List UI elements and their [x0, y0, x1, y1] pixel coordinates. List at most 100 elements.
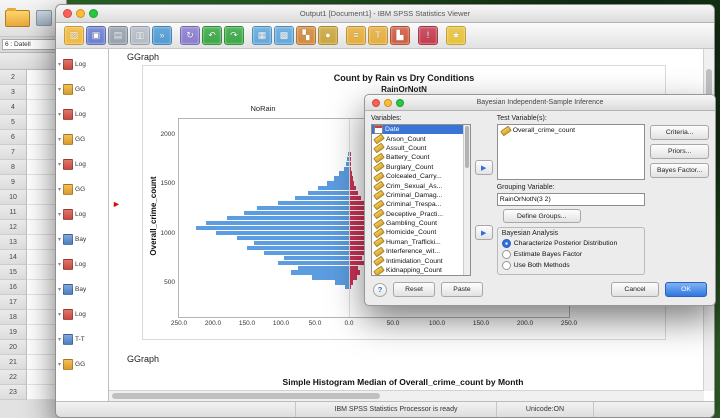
- save-button[interactable]: ▣: [86, 25, 106, 45]
- horizontal-scrollbar[interactable]: [109, 390, 704, 402]
- cancel-button[interactable]: Cancel: [611, 282, 659, 297]
- row-header[interactable]: 21: [0, 355, 27, 370]
- outline-item-log[interactable]: ▾ Log: [56, 102, 108, 127]
- recall-dialogs-button[interactable]: ↻: [180, 25, 200, 45]
- open-folder-icon[interactable]: [5, 7, 30, 27]
- disclosure-triangle-icon[interactable]: ▾: [58, 186, 61, 193]
- row-header[interactable]: 6: [0, 130, 27, 145]
- outline-item-log[interactable]: ▾ Log: [56, 302, 108, 327]
- row-header[interactable]: 22: [0, 370, 27, 385]
- radio-option[interactable]: Use Both Methods: [501, 260, 641, 271]
- outline-item-bay[interactable]: ▾ Bay: [56, 227, 108, 252]
- row-header[interactable]: 14: [0, 250, 27, 265]
- viewer-titlebar[interactable]: Output1 [Document1] - IBM SPSS Statistic…: [56, 5, 714, 23]
- outline-item-log[interactable]: ▾ Log: [56, 52, 108, 77]
- disclosure-triangle-icon[interactable]: ▾: [58, 261, 61, 268]
- ggraph-heading-2[interactable]: GGraph: [127, 354, 159, 364]
- help-button[interactable]: ?: [373, 282, 387, 297]
- dialog-zoom-button[interactable]: [396, 98, 404, 107]
- variables-scrollbar[interactable]: [462, 125, 470, 275]
- data-editor-toolbar-icon[interactable]: [36, 10, 52, 26]
- variable-item[interactable]: Arson_Count: [372, 133, 463, 145]
- goto-case-button[interactable]: ▩: [274, 25, 294, 45]
- insert-chart-button[interactable]: ▙: [390, 25, 410, 45]
- radio-option[interactable]: Characterize Posterior Distribution: [501, 238, 641, 249]
- variable-item[interactable]: Gambling_Count: [372, 218, 463, 229]
- find-button[interactable]: ●: [318, 25, 338, 45]
- row-header[interactable]: 3: [0, 85, 27, 100]
- variable-item[interactable]: Crim_Sexual_As...: [372, 180, 463, 192]
- disclosure-triangle-icon[interactable]: ▾: [58, 211, 61, 218]
- radio-option[interactable]: Estimate Bayes Factor: [501, 249, 641, 260]
- row-header[interactable]: 11: [0, 205, 27, 220]
- close-button[interactable]: [63, 8, 72, 18]
- variable-item[interactable]: Homicide_Count: [372, 227, 463, 239]
- designate-window-button[interactable]: ★: [446, 25, 466, 45]
- row-header[interactable]: 4: [0, 100, 27, 115]
- bayes-factor-button[interactable]: Bayes Factor...: [650, 163, 709, 178]
- variable-item[interactable]: Criminal_Trespa...: [372, 199, 463, 211]
- disclosure-triangle-icon[interactable]: ▾: [58, 286, 61, 293]
- variable-item[interactable]: Burglary_Count: [372, 161, 463, 173]
- row-header[interactable]: 8: [0, 160, 27, 175]
- disclosure-triangle-icon[interactable]: ▾: [58, 61, 61, 68]
- horizontal-scrollbar-thumb[interactable]: [112, 392, 380, 399]
- row-header[interactable]: 13: [0, 235, 27, 250]
- variable-item[interactable]: Kidnapping_Count: [372, 265, 463, 275]
- row-header[interactable]: 15: [0, 265, 27, 280]
- variable-item[interactable]: Criminal_Damag...: [372, 190, 463, 201]
- variable-item[interactable]: Battery_Count: [372, 152, 463, 164]
- redo-button[interactable]: ↷: [224, 25, 244, 45]
- ggraph-heading-1[interactable]: GGraph: [127, 52, 159, 62]
- outline-item-log[interactable]: ▾ Log: [56, 202, 108, 227]
- minimize-button[interactable]: [76, 8, 85, 18]
- disclosure-triangle-icon[interactable]: ▾: [58, 86, 61, 93]
- variable-item[interactable]: Assult_Count: [372, 143, 463, 154]
- ok-button[interactable]: OK: [665, 282, 707, 297]
- outline-item-log[interactable]: ▾ Log: [56, 152, 108, 177]
- variable-item[interactable]: Date: [372, 125, 463, 135]
- row-header[interactable]: 7: [0, 145, 27, 160]
- goto-data-button[interactable]: ▦: [252, 25, 272, 45]
- insert-heading-button[interactable]: ≡: [346, 25, 366, 45]
- priors-button[interactable]: Priors...: [650, 144, 709, 159]
- criteria-button[interactable]: Criteria...: [650, 125, 709, 140]
- print-preview-button[interactable]: ▥: [130, 25, 150, 45]
- outline-item-gg[interactable]: ▾ GG: [56, 77, 108, 102]
- dialog-titlebar[interactable]: Bayesian Independent-Sample Inference: [365, 95, 715, 111]
- variable-item[interactable]: Interference_wit...: [372, 246, 463, 258]
- variable-item[interactable]: Human_Trafficki...: [372, 237, 463, 248]
- disclosure-triangle-icon[interactable]: ▾: [58, 236, 61, 243]
- undo-button[interactable]: ↶: [202, 25, 222, 45]
- variables-button[interactable]: ▚: [296, 25, 316, 45]
- reset-button[interactable]: Reset: [393, 282, 435, 297]
- outline-item-gg[interactable]: ▾ GG: [56, 352, 108, 377]
- test-variables-box[interactable]: Overall_crime_count: [496, 124, 646, 180]
- open-output-button[interactable]: ▨: [64, 25, 84, 45]
- row-header[interactable]: 16: [0, 280, 27, 295]
- disclosure-triangle-icon[interactable]: ▾: [58, 311, 61, 318]
- insert-title-button[interactable]: T: [368, 25, 388, 45]
- row-header[interactable]: 12: [0, 220, 27, 235]
- disclosure-triangle-icon[interactable]: ▾: [58, 161, 61, 168]
- row-header[interactable]: 19: [0, 325, 27, 340]
- row-header[interactable]: 9: [0, 175, 27, 190]
- variable-item[interactable]: Overall_crime_count: [499, 125, 644, 137]
- dialog-close-button[interactable]: [372, 98, 380, 107]
- run-script-button[interactable]: !: [418, 25, 438, 45]
- row-header[interactable]: 17: [0, 295, 27, 310]
- outline-item-log[interactable]: ▾ Log: [56, 252, 108, 277]
- print-button[interactable]: ▤: [108, 25, 128, 45]
- export-button[interactable]: »: [152, 25, 172, 45]
- disclosure-triangle-icon[interactable]: ▾: [58, 136, 61, 143]
- row-header[interactable]: 2: [0, 70, 27, 85]
- variable-item[interactable]: Intimidation_Count: [372, 255, 463, 267]
- outline-item-t-t[interactable]: ▾ T-T: [56, 327, 108, 352]
- row-header[interactable]: 5: [0, 115, 27, 130]
- row-header[interactable]: 18: [0, 310, 27, 325]
- disclosure-triangle-icon[interactable]: ▾: [58, 336, 61, 343]
- variable-item[interactable]: Colcealed_Carry...: [372, 171, 463, 182]
- move-grouping-variable-button[interactable]: ▶: [474, 225, 493, 240]
- move-test-variable-button[interactable]: ▶: [474, 160, 493, 175]
- row-header[interactable]: 20: [0, 340, 27, 355]
